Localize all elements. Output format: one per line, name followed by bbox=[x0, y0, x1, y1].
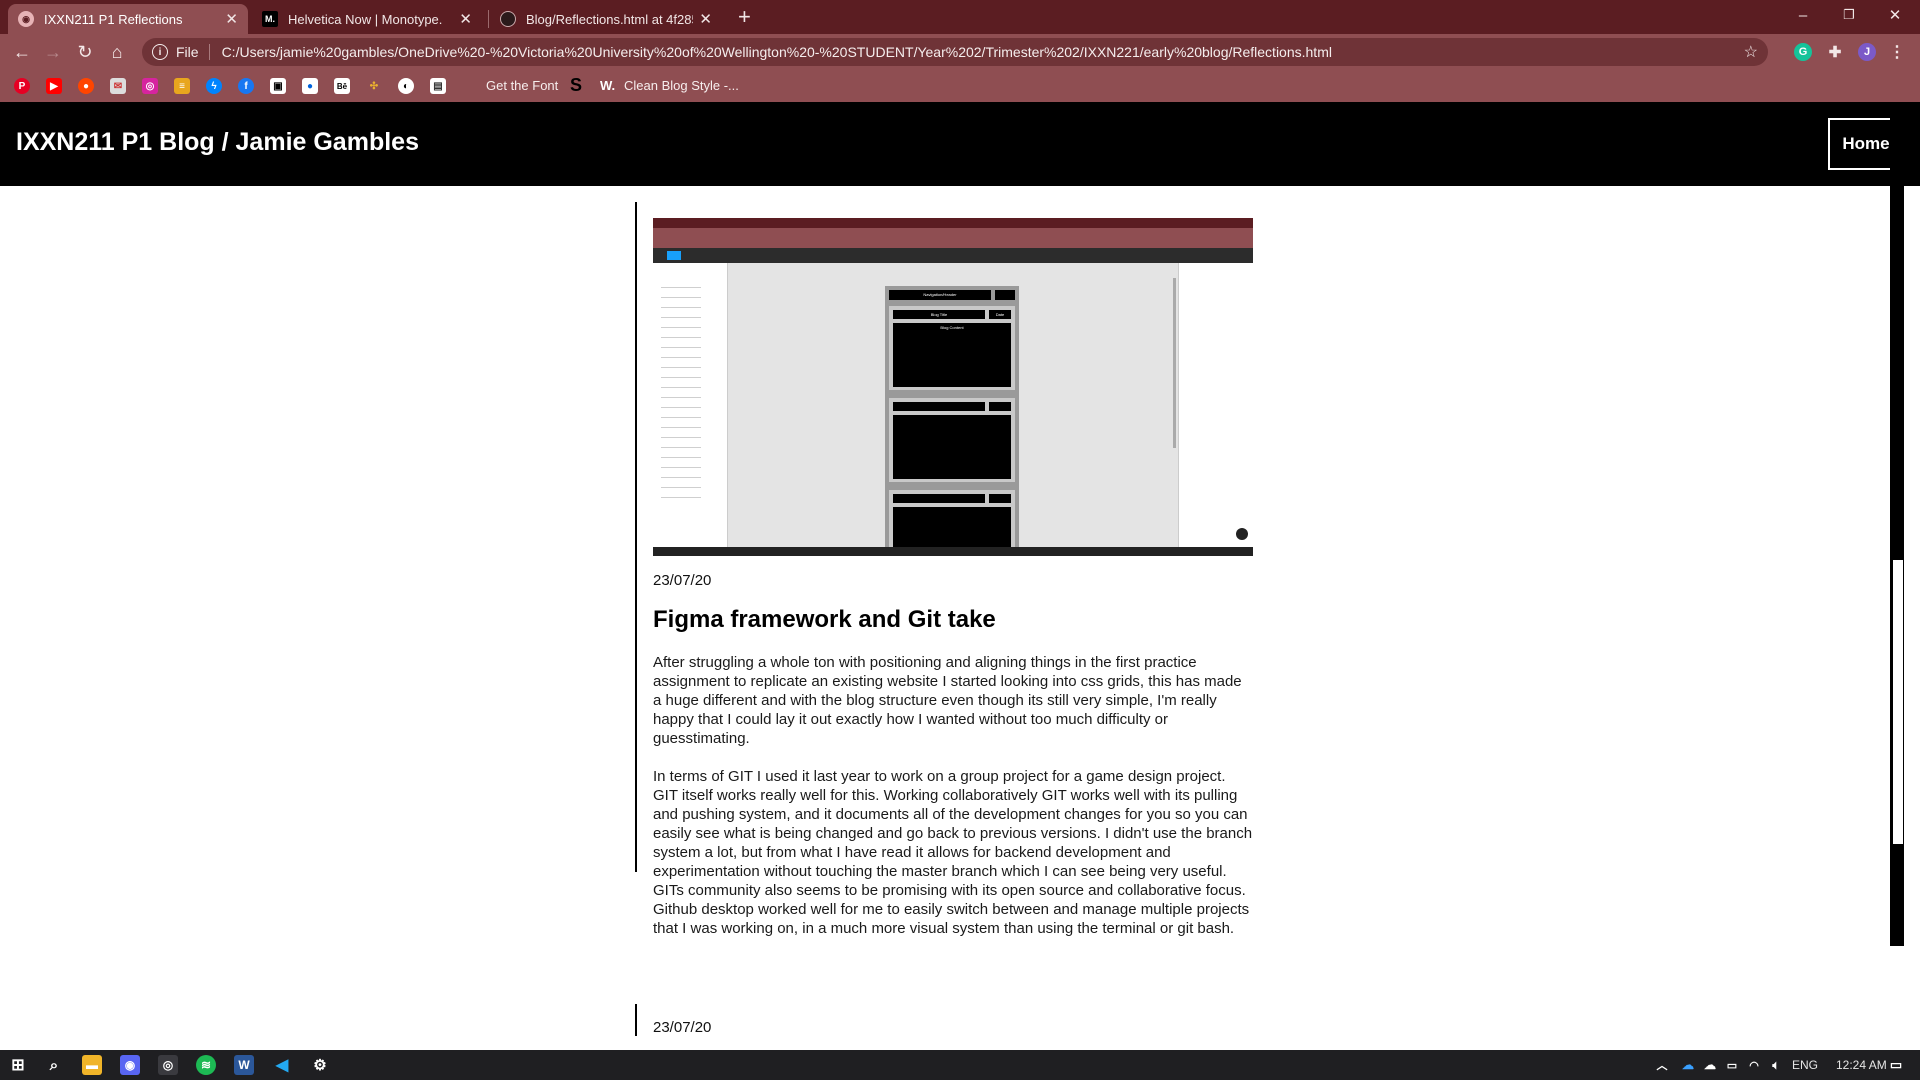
github-icon[interactable]: ◐ bbox=[398, 78, 414, 94]
vscode-icon[interactable]: ◀ bbox=[272, 1055, 292, 1075]
unsplash-icon[interactable]: ▣ bbox=[270, 78, 286, 94]
restore-button[interactable]: ❐ bbox=[1826, 0, 1872, 30]
bookmark-star-icon[interactable]: ☆ bbox=[1744, 42, 1758, 62]
word-icon[interactable]: W bbox=[234, 1055, 254, 1075]
menu-kebab-icon[interactable]: ⋮ bbox=[1888, 43, 1906, 61]
mock-blog-title: Blog Title bbox=[893, 310, 985, 319]
tab-github[interactable]: Blog/Reflections.html at 4f285e1 ✕ bbox=[490, 4, 722, 34]
info-icon[interactable]: i bbox=[152, 44, 168, 60]
close-window-button[interactable]: ✕ bbox=[1872, 0, 1918, 30]
browser-tab-strip: ◉ IXXN211 P1 Reflections ✕ M. Helvetica … bbox=[0, 0, 1920, 34]
post-title: Figma framework and Git take bbox=[653, 606, 996, 633]
windows-taskbar: ⊞ ⌕ ▬ ◉ ◎ ≋ W ◀ ⚙ ︿ ☁ ☁ ▭ ◠ 🔈︎ ENG 12:24… bbox=[0, 1050, 1920, 1080]
tab-title: Helvetica Now | Monotype. bbox=[288, 11, 443, 27]
post-paragraph: After struggling a whole ton with positi… bbox=[653, 654, 1242, 747]
minimize-button[interactable]: – bbox=[1780, 0, 1826, 30]
site-header: IXXN211 P1 Blog / Jamie Gambles Home bbox=[0, 102, 1920, 186]
extensions-puzzle-icon[interactable]: ✚ bbox=[1826, 43, 1844, 61]
mail-icon[interactable]: ✉ bbox=[110, 78, 126, 94]
new-tab-button[interactable]: + bbox=[738, 4, 751, 30]
mock-date-label: Date bbox=[989, 310, 1011, 319]
behance-icon[interactable]: Bē bbox=[334, 78, 350, 94]
address-bar[interactable]: i File C:/Users/jamie%20gambles/OneDrive… bbox=[142, 38, 1768, 66]
language-indicator[interactable]: ENG bbox=[1792, 1058, 1818, 1072]
page-scrollbar-thumb[interactable] bbox=[1893, 560, 1903, 844]
slack-icon[interactable]: ✣ bbox=[366, 78, 382, 94]
url-text[interactable]: C:/Users/jamie%20gambles/OneDrive%20-%20… bbox=[222, 44, 1332, 60]
battery-icon[interactable]: ▭ bbox=[1722, 1055, 1742, 1075]
notification-icon[interactable]: ▭ bbox=[1886, 1055, 1906, 1075]
instagram-icon[interactable]: ◎ bbox=[142, 78, 158, 94]
profile-avatar[interactable]: J bbox=[1858, 43, 1876, 61]
reflections-favicon-icon: ◉ bbox=[18, 11, 34, 27]
page-viewport: IXXN211 P1 Blog / Jamie Gambles Home Nav… bbox=[0, 102, 1920, 1050]
site-title: IXXN211 P1 Blog / Jamie Gambles bbox=[16, 128, 419, 156]
tab-separator bbox=[488, 10, 489, 28]
post-divider-line bbox=[635, 202, 637, 872]
spotify-icon[interactable]: ≋ bbox=[196, 1055, 216, 1075]
monotype-favicon-icon: M. bbox=[262, 11, 278, 27]
settings-gear-icon[interactable]: ⚙ bbox=[310, 1055, 330, 1075]
url-scheme: File bbox=[176, 44, 210, 60]
file-explorer-icon[interactable]: ▬ bbox=[82, 1055, 102, 1075]
flickr-icon[interactable]: ● bbox=[302, 78, 318, 94]
library-icon[interactable]: ▤ bbox=[430, 78, 446, 94]
next-post-date: 23/07/20 bbox=[653, 1019, 712, 1036]
pinterest-icon[interactable]: P bbox=[14, 78, 30, 94]
volume-icon[interactable]: 🔈︎ bbox=[1766, 1055, 1786, 1075]
tab-title: Blog/Reflections.html at 4f285e1 bbox=[526, 11, 693, 27]
youtube-icon[interactable]: ▶ bbox=[46, 78, 62, 94]
back-icon[interactable]: ← bbox=[10, 40, 34, 64]
bookmarks-bar: P ▶ ● ✉ ◎ ≡ ϟ f ▣ ● Bē ✣ ◐ ▤ Get the Fon… bbox=[0, 70, 1920, 102]
clock[interactable]: 12:24 AM bbox=[1836, 1058, 1887, 1072]
post-divider-line bbox=[635, 1004, 637, 1036]
discord-icon[interactable]: ◉ bbox=[120, 1055, 140, 1075]
mock-nav-label: Navigation/Header bbox=[889, 290, 991, 300]
reload-icon[interactable]: ↻ bbox=[73, 40, 97, 64]
grammarly-icon[interactable]: G bbox=[1794, 43, 1812, 61]
wifi-icon[interactable]: ◠ bbox=[1744, 1055, 1764, 1075]
bookmark-s[interactable]: S bbox=[570, 75, 582, 96]
feedly-icon[interactable]: ≡ bbox=[174, 78, 190, 94]
forward-icon[interactable]: → bbox=[41, 40, 65, 64]
mock-blog-content: Blog Content bbox=[893, 323, 1011, 387]
post-date: 23/07/20 bbox=[653, 572, 712, 589]
windows-start-icon[interactable]: ⊞ bbox=[8, 1055, 28, 1075]
bookmark-get-the-font[interactable]: Get the Font bbox=[486, 78, 558, 93]
github-favicon-icon bbox=[500, 11, 516, 27]
figma-screenshot-image: Navigation/Header Blog Title Date Blog C… bbox=[653, 218, 1253, 556]
bookmark-clean-blog[interactable]: Clean Blog Style -... bbox=[624, 78, 739, 93]
chrome-icon[interactable]: ◎ bbox=[158, 1055, 178, 1075]
tab-title: IXXN211 P1 Reflections bbox=[44, 11, 183, 27]
tab-close-icon[interactable]: ✕ bbox=[225, 10, 238, 28]
browser-toolbar: ← → ↻ ⌂ i File C:/Users/jamie%20gambles/… bbox=[0, 34, 1920, 70]
onedrive-icon[interactable]: ☁ bbox=[1678, 1055, 1698, 1075]
search-icon[interactable]: ⌕ bbox=[44, 1055, 64, 1075]
bookmark-clean-blog-icon[interactable]: W. bbox=[600, 78, 615, 93]
chevron-up-icon[interactable]: ︿ bbox=[1652, 1055, 1672, 1075]
cloud-icon[interactable]: ☁ bbox=[1700, 1055, 1720, 1075]
tab-reflections[interactable]: ◉ IXXN211 P1 Reflections ✕ bbox=[8, 4, 248, 34]
home-icon[interactable]: ⌂ bbox=[105, 40, 129, 64]
messenger-icon[interactable]: ϟ bbox=[206, 78, 222, 94]
tab-close-icon[interactable]: ✕ bbox=[459, 10, 472, 28]
tab-close-icon[interactable]: ✕ bbox=[699, 10, 712, 28]
post-paragraph: In terms of GIT I used it last year to w… bbox=[653, 768, 1253, 937]
tab-monotype[interactable]: M. Helvetica Now | Monotype. ✕ bbox=[252, 4, 482, 34]
reddit-icon[interactable]: ● bbox=[78, 78, 94, 94]
facebook-icon[interactable]: f bbox=[238, 78, 254, 94]
